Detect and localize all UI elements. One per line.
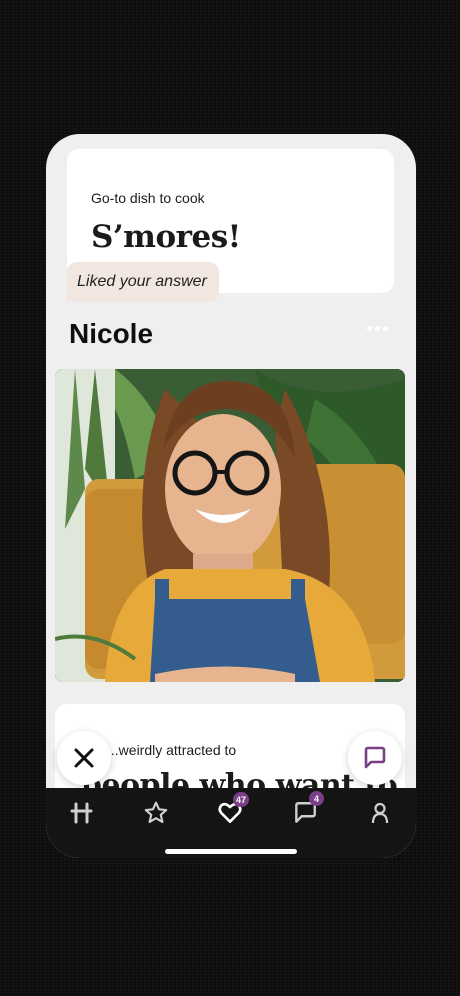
profile-photo[interactable] <box>55 369 405 682</box>
profile-name: Nicole <box>69 318 154 349</box>
nav-likes-you[interactable]: 47 <box>215 792 250 828</box>
prompt-question: Go-to dish to cook <box>91 190 205 206</box>
comment-button[interactable] <box>348 731 402 785</box>
profile-photo-illustration <box>55 369 405 682</box>
nav-matches[interactable]: 4 <box>290 791 324 828</box>
liked-your-answer-bubble: Liked your answer <box>67 262 219 302</box>
prompt-answer: S’mores! <box>91 219 241 255</box>
matches-count-badge: 4 <box>309 791 324 806</box>
home-indicator[interactable] <box>165 849 297 854</box>
star-icon <box>144 801 168 823</box>
hinge-logo-icon <box>70 802 93 824</box>
nav-profile[interactable] <box>365 798 395 828</box>
second-prompt-answer: people who want to <box>81 768 398 788</box>
profile-feed[interactable]: Go-to dish to cook S’mores! Liked your a… <box>46 134 416 788</box>
person-icon <box>371 802 389 824</box>
likes-count-badge: 47 <box>233 792 250 807</box>
more-options-icon[interactable] <box>367 326 388 331</box>
close-icon <box>74 748 94 768</box>
nav-home[interactable] <box>67 798 97 828</box>
nav-standouts[interactable] <box>141 798 171 828</box>
comment-icon <box>364 746 386 769</box>
skip-button[interactable] <box>57 731 111 785</box>
phone-screen: Go-to dish to cook S’mores! Liked your a… <box>46 134 416 858</box>
bottom-nav: 47 4 <box>46 788 416 858</box>
second-prompt-question: ...weirdly attracted to <box>107 742 237 758</box>
